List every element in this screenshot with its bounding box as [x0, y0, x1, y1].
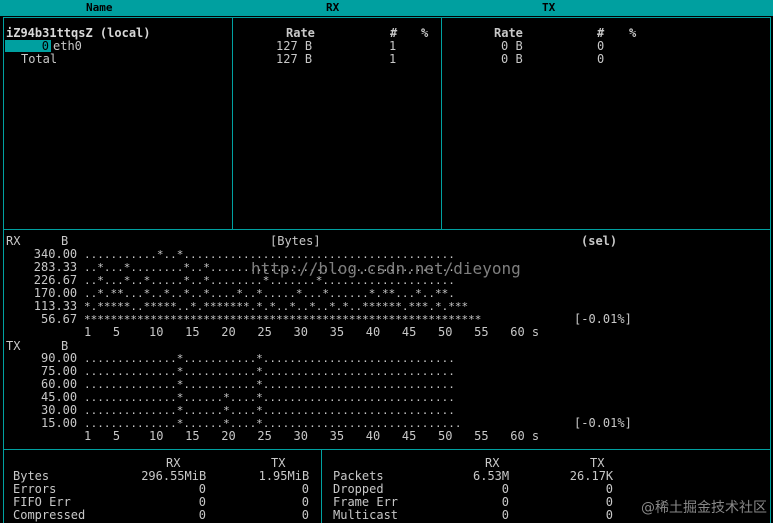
tx-graph-row: ..............*...........*.............… — [84, 365, 455, 378]
rx-level-label: 56.67 — [41, 312, 78, 326]
rx-graph-label: RX — [6, 234, 21, 248]
tx-graph-row: ..............*...........*.............… — [84, 378, 455, 391]
blog-watermark: http://blog.csdn.net/dieyong — [251, 259, 521, 278]
left-stat-rx: 296.55MiB — [141, 469, 207, 483]
interface-total[interactable]: Total — [21, 53, 57, 66]
interface-eth0[interactable]: eth0 — [53, 40, 82, 53]
total-tx-count: 0 — [597, 52, 605, 66]
header-name: Name — [86, 1, 113, 14]
right-stat-rx: 0 — [501, 508, 510, 522]
left-stat-rx: 0 — [198, 508, 207, 522]
footer-watermark: @稀土掘金技术社区 — [641, 500, 767, 516]
left-stat-tx: 0 — [301, 508, 310, 522]
tx-graph-label: TX — [6, 339, 21, 353]
tx-graph-row: ..............*......*....*.............… — [84, 391, 455, 404]
graph-title: [Bytes] — [270, 234, 321, 248]
right-stat-tx: 0 — [605, 508, 614, 522]
rx-pct-header: % — [421, 26, 429, 40]
header-rx: RX — [326, 1, 340, 14]
tx-graph-row: ..............*......*....*.............… — [84, 404, 455, 417]
total-rx-rate: 127 B — [276, 52, 313, 66]
header-tx: TX — [542, 1, 556, 14]
tx-x-axis: 1 5 10 15 20 25 30 35 40 45 50 55 60 s — [84, 429, 540, 443]
tx-level-label: 15.00 — [41, 416, 78, 430]
selected-interface-count[interactable]: 0 — [5, 40, 51, 53]
rx-graph-percent: [-0.01%] — [574, 312, 632, 326]
total-rx-count: 1 — [389, 52, 397, 66]
right-stat-label: Multicast — [333, 508, 399, 522]
total-tx-rate: 0 B — [501, 52, 523, 66]
tx-graph-percent: [-0.01%] — [574, 416, 632, 430]
column-header-bar: Name RX TX — [0, 0, 773, 16]
rx-graph-row: ..*.**...*..*..*..*....*..*.....*...*...… — [84, 287, 455, 300]
left-stat-label: Compressed — [13, 508, 86, 522]
rx-x-axis: 1 5 10 15 20 25 30 35 40 45 50 55 60 s — [84, 325, 540, 339]
rx-column-divider — [232, 17, 442, 230]
tx-graph-row: ..............*...........*.............… — [84, 352, 455, 365]
rx-graph-row: *.*****..*****..*.*******.*.*..*..*..*.*… — [84, 300, 469, 313]
tx-pct-header: % — [629, 26, 637, 40]
graph-sel[interactable]: (sel) — [581, 235, 617, 248]
